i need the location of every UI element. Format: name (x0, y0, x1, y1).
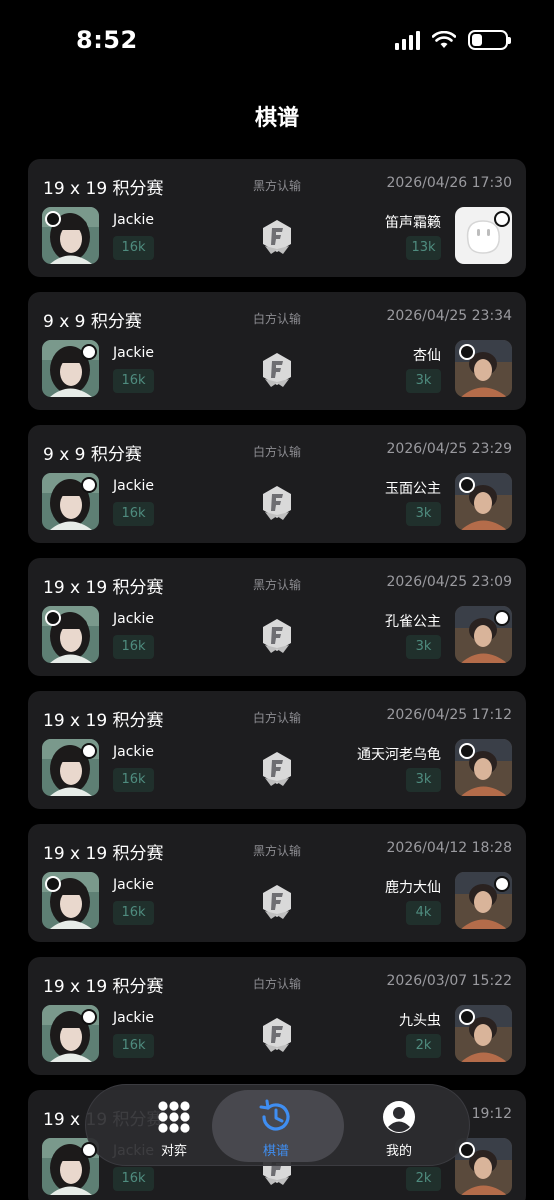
player-rank-right: 13k (406, 236, 441, 260)
game-date-label: 2026/03/07 15:22 (386, 973, 513, 989)
tab-records-label: 棋谱 (262, 1144, 289, 1159)
player-rank-left: 16k (113, 502, 154, 526)
game-date-label: 2026/04/25 23:34 (386, 308, 513, 324)
player-rank-left: 16k (113, 1034, 154, 1058)
player-name-right: 玉面公主 (385, 481, 441, 497)
player-rank-left: 16k (113, 768, 154, 792)
game-record-card[interactable]: 9 x 9 积分赛 白方认输 2026/04/25 23:34 Jackie 1… (28, 292, 526, 410)
fox-go-logo-icon (261, 352, 293, 388)
stone-color-icon (81, 1009, 97, 1025)
player-rank-left: 16k (113, 236, 154, 260)
stone-color-icon (81, 344, 97, 360)
history-icon (259, 1099, 290, 1131)
player-rank-left: 16k (113, 901, 154, 925)
player-rank-right: 3k (406, 768, 441, 792)
fox-go-logo-icon (261, 485, 293, 521)
player-rank-right: 3k (406, 369, 441, 393)
tab-profile[interactable]: 我的 (339, 1085, 459, 1167)
stone-color-icon (459, 743, 475, 759)
player-rank-left: 16k (113, 1167, 154, 1191)
game-date-label: 2026/04/25 23:29 (386, 441, 513, 457)
game-date-label: 2026/04/25 23:09 (386, 574, 513, 590)
stone-color-icon (45, 876, 61, 892)
battery-icon (468, 30, 511, 50)
game-record-card[interactable]: 19 x 19 积分赛 白方认输 2026/04/25 17:12 Jackie… (28, 691, 526, 809)
game-date-label: 2026/04/26 17:30 (386, 175, 513, 191)
fox-go-logo-icon (261, 618, 293, 654)
fox-go-logo-icon (261, 751, 293, 787)
status-icons (395, 30, 511, 50)
game-record-card[interactable]: 19 x 19 积分赛 黑方认输 2026/04/25 23:09 Jackie… (28, 558, 526, 676)
page-title: 棋谱 (254, 106, 299, 131)
person-icon (383, 1101, 415, 1133)
player-name-right: 杏仙 (413, 348, 441, 364)
stone-color-icon (494, 211, 510, 227)
stone-color-icon (494, 610, 510, 626)
game-date-label: 2026/04/25 17:12 (386, 707, 513, 723)
game-date-label: 19:12 (471, 1106, 512, 1122)
cellular-signal-icon (395, 30, 420, 50)
player-name-left: Jackie (113, 212, 155, 228)
player-name-right: 鹿力大仙 (385, 880, 441, 896)
stone-color-icon (459, 1009, 475, 1025)
player-rank-right: 2k (406, 1167, 441, 1191)
fox-go-logo-icon (261, 1017, 293, 1053)
player-name-right: 笛声霜籁 (385, 215, 441, 231)
stone-color-icon (494, 876, 510, 892)
game-record-card[interactable]: 19 x 19 积分赛 黑方认输 2026/04/12 18:28 Jackie… (28, 824, 526, 942)
stone-color-icon (459, 477, 475, 493)
player-name-left: Jackie (113, 345, 155, 361)
wifi-icon (432, 31, 456, 48)
player-name-left: Jackie (113, 877, 155, 893)
game-date-label: 2026/04/12 18:28 (386, 840, 513, 856)
player-rank-left: 16k (113, 635, 154, 659)
tab-records[interactable]: 棋谱 (212, 1085, 344, 1167)
stone-color-icon (81, 743, 97, 759)
game-record-list[interactable]: 19 x 19 积分赛 黑方认输 2026/04/26 17:30 Jackie… (28, 159, 526, 1200)
player-rank-right: 4k (406, 901, 441, 925)
player-name-left: Jackie (113, 744, 155, 760)
player-name-left: Jackie (113, 1010, 155, 1026)
player-rank-left: 16k (113, 369, 154, 393)
game-record-card[interactable]: 19 x 19 积分赛 白方认输 2026/03/07 15:22 Jackie… (28, 957, 526, 1075)
fox-go-logo-icon (261, 884, 293, 920)
tab-profile-label: 我的 (385, 1144, 412, 1159)
fox-go-logo-icon (261, 219, 293, 255)
player-name-left: Jackie (113, 611, 155, 627)
player-rank-right: 3k (406, 635, 441, 659)
player-name-right: 孔雀公主 (385, 614, 441, 630)
stone-color-icon (81, 477, 97, 493)
game-record-card[interactable]: 9 x 9 积分赛 白方认输 2026/04/25 23:29 Jackie 1… (28, 425, 526, 543)
stone-color-icon (459, 1142, 475, 1158)
stone-color-icon (459, 344, 475, 360)
stone-color-icon (45, 211, 61, 227)
status-time: 8:52 (76, 26, 138, 54)
grid-icon (158, 1101, 190, 1133)
stone-color-icon (45, 610, 61, 626)
player-rank-right: 3k (406, 502, 441, 526)
game-record-card[interactable]: 19 x 19 积分赛 黑方认输 2026/04/26 17:30 Jackie… (28, 159, 526, 277)
status-bar: 8:52 (0, 0, 554, 80)
player-name-left: Jackie (113, 478, 155, 494)
player-rank-right: 2k (406, 1034, 441, 1058)
bottom-tab-bar: 对弈 棋谱 我的 (85, 1084, 470, 1166)
stone-color-icon (81, 1142, 97, 1158)
player-name-right: 通天河老乌龟 (357, 747, 441, 763)
player-name-right: 九头虫 (399, 1013, 441, 1029)
